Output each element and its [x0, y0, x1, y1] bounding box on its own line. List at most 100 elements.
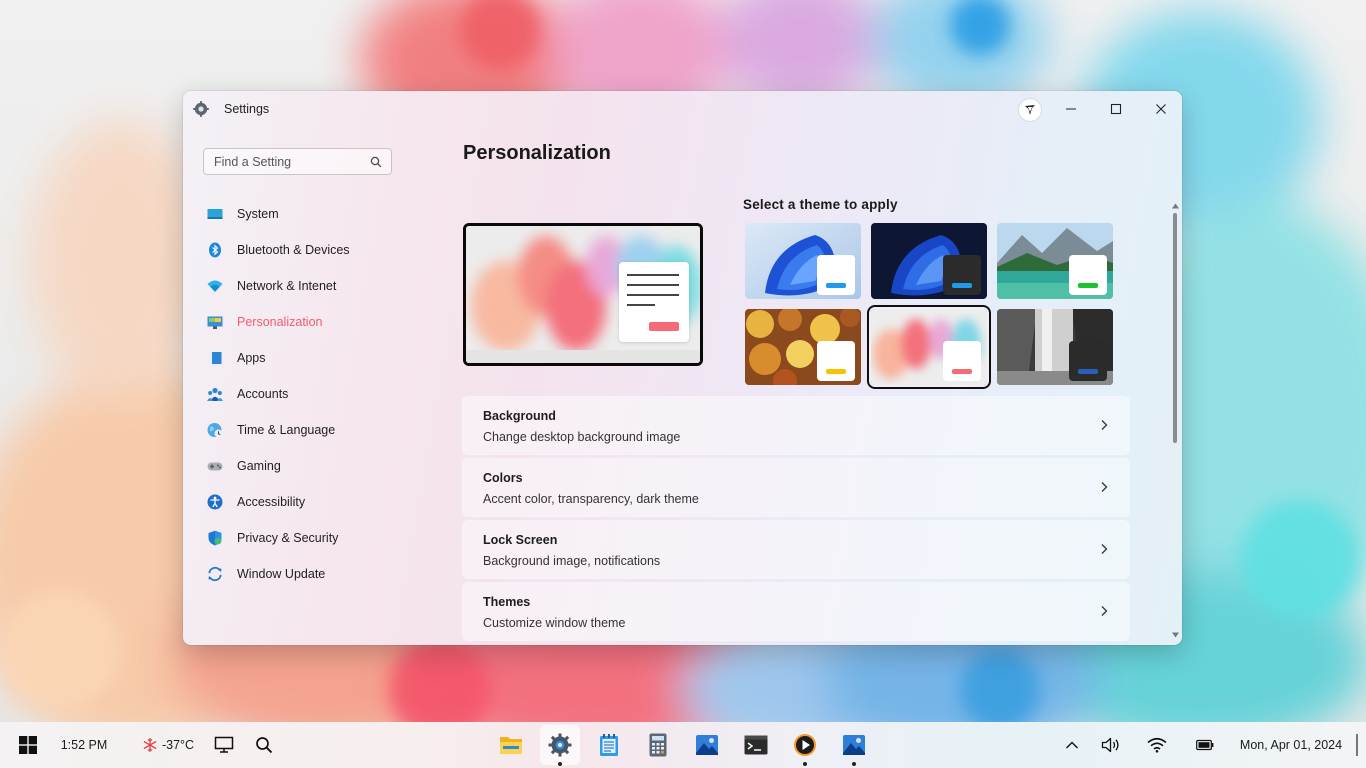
close-button[interactable] [1139, 95, 1182, 123]
theme-dark-bloom[interactable] [871, 223, 987, 299]
minimize-button[interactable] [1049, 95, 1093, 123]
title-bar: Settings [183, 91, 1182, 127]
minimize-icon [1066, 108, 1076, 110]
sidebar-item-label: System [237, 207, 279, 221]
update-icon [208, 566, 222, 582]
sidebar-item-gaming[interactable]: Gaming [183, 450, 423, 482]
taskbar-search-button[interactable] [250, 722, 278, 768]
maximize-icon [1110, 103, 1122, 115]
scrollbar[interactable] [1169, 203, 1181, 643]
preview-window-sample [619, 262, 689, 342]
show-desktop-button[interactable] [1356, 734, 1358, 756]
file-explorer-icon [500, 737, 522, 754]
windows-start-icon [19, 736, 37, 754]
chevron-right-icon [1101, 482, 1108, 492]
chevron-up-icon [1066, 741, 1078, 749]
bird-logo-icon [1025, 105, 1035, 115]
sidebar-item-accessibility[interactable]: Accessibility [183, 486, 423, 518]
clock-time[interactable]: 1:52 PM [56, 722, 112, 768]
sidebar-item-bluetooth-devices[interactable]: Bluetooth & Devices [183, 234, 423, 266]
theme-mini-window [1069, 341, 1107, 381]
sidebar-item-time-language[interactable]: Time & Language [183, 414, 423, 446]
sidebar-item-apps[interactable]: Apps [183, 342, 423, 374]
sidebar-item-label: Time & Language [237, 423, 336, 437]
weather-widget[interactable]: -37°C [136, 722, 200, 768]
theme-ink[interactable] [871, 309, 987, 385]
card-title: Themes [483, 595, 531, 609]
sidebar-item-label: Window Update [237, 567, 326, 581]
theme-autumn[interactable] [745, 309, 861, 385]
battery-button[interactable] [1192, 722, 1218, 768]
show-hidden-icons-button[interactable] [1060, 722, 1084, 768]
wifi-icon [207, 280, 223, 292]
theme-waterfall[interactable] [997, 309, 1113, 385]
taskbar-app-calculator[interactable] [638, 725, 678, 765]
start-button[interactable] [10, 722, 46, 768]
maximize-button[interactable] [1094, 95, 1138, 123]
theme-mini-window [817, 341, 855, 381]
theme-lake[interactable] [997, 223, 1113, 299]
sidebar-item-privacy-security[interactable]: Privacy & Security [183, 522, 423, 554]
clock-date[interactable]: Mon, Apr 01, 2024 [1232, 722, 1350, 768]
snowflake-icon [143, 738, 157, 752]
paint-monitor-icon [207, 316, 223, 329]
lock-screen-card[interactable]: Lock Screen Background image, notificati… [463, 521, 1129, 578]
sidebar-item-label: Personalization [237, 315, 323, 329]
taskbar-app-settings[interactable] [540, 725, 580, 766]
notepad-icon [600, 734, 618, 756]
taskbar-app-photos-2[interactable] [834, 725, 874, 766]
card-title: Background [483, 409, 556, 423]
taskbar-app-notepad[interactable] [589, 725, 629, 765]
background-card[interactable]: Background Change desktop background ima… [463, 397, 1129, 454]
theme-mini-window [943, 341, 981, 381]
running-indicator [803, 762, 807, 766]
scroll-up-arrow-icon[interactable] [1172, 203, 1179, 209]
search-input[interactable] [204, 149, 364, 174]
task-view-button[interactable] [210, 722, 238, 768]
preview-accent-bar [649, 322, 679, 331]
colors-card[interactable]: Colors Accent color, transparency, dark … [463, 459, 1129, 516]
volume-button[interactable] [1098, 722, 1124, 768]
search-box [203, 148, 392, 175]
terminal-icon [744, 735, 768, 755]
chevron-right-icon [1101, 420, 1108, 430]
scroll-down-arrow-icon[interactable] [1172, 632, 1179, 638]
theme-mini-window [817, 255, 855, 295]
taskbar-app-terminal[interactable] [736, 725, 776, 765]
card-subtitle: Background image, notifications [483, 554, 661, 568]
photos-icon [843, 735, 865, 755]
sidebar-item-window-update[interactable]: Window Update [183, 558, 423, 590]
network-button[interactable] [1144, 722, 1170, 768]
sidebar-item-label: Network & Intenet [237, 279, 337, 293]
sidebar-item-label: Privacy & Security [237, 531, 339, 545]
theme-light-bloom[interactable] [745, 223, 861, 299]
search-icon [256, 737, 273, 754]
themes-card[interactable]: Themes Customize window theme [463, 583, 1129, 640]
chevron-right-icon [1101, 544, 1108, 554]
weather-temperature: -37°C [161, 738, 195, 752]
card-subtitle: Change desktop background image [483, 430, 681, 444]
user-avatar[interactable] [1019, 99, 1041, 121]
theme-preview [463, 223, 703, 366]
shield-icon [208, 530, 222, 546]
sidebar-item-accounts[interactable]: Accounts [183, 378, 423, 410]
settings-icon [548, 733, 572, 757]
theme-mini-window [1069, 255, 1107, 295]
sidebar-item-personalization[interactable]: Personalization [183, 306, 423, 338]
scrollbar-thumb[interactable] [1173, 213, 1177, 443]
battery-icon [1196, 739, 1214, 751]
sidebar-item-label: Apps [237, 351, 266, 365]
taskbar-app-photos[interactable] [687, 725, 727, 765]
bluetooth-icon [209, 242, 221, 258]
photos-icon [696, 735, 718, 755]
taskbar-app-media-player[interactable] [785, 725, 825, 766]
card-subtitle: Accent color, transparency, dark theme [483, 492, 699, 506]
sidebar-item-system[interactable]: System [183, 198, 423, 230]
chevron-right-icon [1101, 606, 1108, 616]
gear-icon [193, 101, 209, 117]
settings-window: Settings System [183, 91, 1182, 645]
taskbar-app-file-explorer[interactable] [491, 725, 531, 765]
sidebar-item-network[interactable]: Network & Intenet [183, 270, 423, 302]
close-icon [1156, 104, 1166, 114]
search-icon[interactable] [370, 156, 382, 168]
